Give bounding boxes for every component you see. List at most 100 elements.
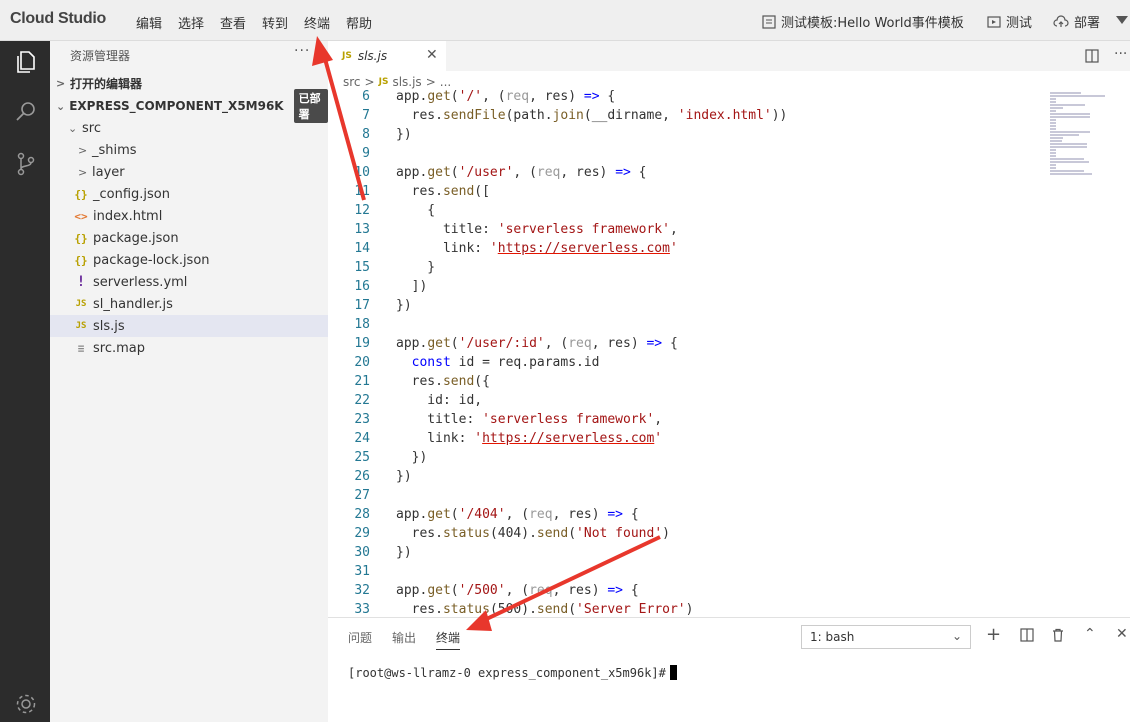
more-actions-icon[interactable]: ··· [1114,46,1127,62]
line-number: 16 [354,279,370,294]
settings-gear-icon[interactable] [13,691,39,717]
minimap-line [1050,158,1085,160]
line-number: 6 [362,89,370,104]
minimap-line [1050,146,1088,148]
explorer-sidebar: 资源管理器 ··· > 打开的编辑器 ⌄ EXPRESS_COMPONENT_X… [50,41,328,722]
minimap-line [1050,110,1056,112]
tab-output[interactable]: 输出 [392,629,416,646]
add-terminal-icon[interactable]: + [986,624,1001,645]
chevron-right-icon: > [56,76,66,90]
line-number: 11 [354,184,370,199]
minimap-line [1050,119,1056,121]
terminal-select[interactable]: 1: bash ⌄ [801,625,971,649]
code-editor[interactable]: 6 app.get('/', (req, res) => { 7 res.sendF… [328,89,1038,617]
code-line: 30}) [328,545,1038,564]
tree-item-layer[interactable]: > layer [50,161,328,183]
js-icon: JS [75,299,87,309]
explorer-icon[interactable] [13,49,39,75]
code-line: 6 app.get('/', (req, res) => { [328,89,1038,108]
html-icon: <> [74,209,88,223]
breadcrumb-symbol[interactable]: ... [440,75,451,89]
line-text: const id = req.params.id [411,355,600,370]
chevron-right-icon: > [425,75,436,89]
line-number: 26 [354,469,370,484]
chevron-down-icon: ⌄ [951,629,962,643]
minimap-line [1050,101,1056,103]
minimap-line [1050,116,1090,118]
js-icon: JS [378,77,389,87]
terminal-output[interactable]: [root@ws-llramz-0 express_component_x5m9… [348,665,677,680]
search-icon[interactable] [13,99,39,125]
line-text: }) [396,545,412,560]
tree-item-label: _shims [92,142,137,158]
folder-label: src [82,120,101,136]
chevron-up-icon[interactable]: ⌃ [1084,626,1096,642]
tree-item-sls-js[interactable]: JS sls.js [50,315,328,337]
line-text: app.get('/user', (req, res) => { [396,165,647,180]
line-number: 12 [354,203,370,218]
code-line: 11 res.send([ [328,184,1038,203]
open-editors-section[interactable]: > 打开的编辑器 [50,72,328,94]
code-line: 16 ]) [328,279,1038,298]
code-line: 25 }) [328,450,1038,469]
chevron-right-icon: > [364,75,375,89]
breadcrumb-src[interactable]: src [343,75,361,89]
minimap-line [1050,170,1085,172]
split-editor-icon[interactable] [1085,49,1099,63]
minimap-line [1050,143,1088,145]
tab-sls-js[interactable]: JS sls.js ✕ [328,41,446,71]
code-line: 8}) [328,127,1038,146]
test-button[interactable]: 测试 [987,12,1032,31]
menu-selection[interactable]: 选择 [178,13,204,32]
template-selector[interactable]: 测试模板:Hello World事件模板 [762,12,964,31]
project-section[interactable]: ⌄ EXPRESS_COMPONENT_X5M96K 已部署 [50,89,328,123]
template-label: 测试模板:Hello World事件模板 [781,16,964,31]
tree-item-package-json[interactable]: {} package.json [50,227,328,249]
code-line: 31 [328,564,1038,583]
tree-item-package-lock-json[interactable]: {} package-lock.json [50,249,328,271]
line-number: 25 [354,450,370,465]
deploy-button[interactable]: 部署 [1053,12,1100,31]
close-icon[interactable]: ✕ [426,47,438,63]
menu-help[interactable]: 帮助 [346,13,372,32]
line-text: res.status(500).send('Server Error') [396,602,694,617]
source-control-icon[interactable] [13,151,39,177]
tree-item-label: serverless.yml [93,274,188,290]
line-text: res.sendFile(path.join(__dirname, 'index… [396,108,788,123]
minimap-line [1050,125,1056,127]
tree-item-config-json[interactable]: {} _config.json [50,183,328,205]
trash-icon[interactable] [1051,628,1065,642]
line-text: app.get('/', (req, res) => { [396,89,616,104]
menu-edit[interactable]: 编辑 [136,13,162,32]
terminal-prompt: [root@ws-llramz-0 express_component_x5m9… [348,666,666,680]
tree-item-src-map[interactable]: ≡ src.map [50,337,328,359]
tree-item-index-html[interactable]: <> index.html [50,205,328,227]
split-terminal-icon[interactable] [1020,628,1034,642]
tab-terminal[interactable]: 终端 [436,629,461,650]
minimap[interactable] [1050,92,1110,187]
code-line: 7 res.sendFile(path.join(__dirname, 'ind… [328,108,1038,127]
line-text: title: 'serverless framework', [396,412,663,427]
tree-item-shims[interactable]: > _shims [50,139,328,161]
tab-problems[interactable]: 问题 [348,629,372,646]
line-text: }) [396,127,412,142]
breadcrumb-file[interactable]: sls.js [392,75,421,89]
chevron-down-icon[interactable] [1116,16,1128,26]
menu-terminal[interactable]: 终端 [304,13,330,32]
folder-src[interactable]: ⌄ src [50,117,328,139]
line-number: 13 [354,222,370,237]
line-number: 9 [362,146,370,161]
more-actions-icon[interactable]: ··· [294,43,310,59]
menu-view[interactable]: 查看 [220,13,246,32]
activity-bar [0,41,50,722]
tree-item-label: src.map [93,340,145,356]
menu-goto[interactable]: 转到 [262,13,288,32]
line-text: app.get('/404', (req, res) => { [396,507,639,522]
chevron-down-icon: ⌄ [68,121,78,135]
line-text: title: 'serverless framework', [396,222,678,237]
close-panel-icon[interactable]: ✕ [1116,626,1128,642]
test-icon [987,15,1001,28]
line-text: }) [396,298,412,313]
tree-item-sl-handler-js[interactable]: JS sl_handler.js [50,293,328,315]
tree-item-serverless-yml[interactable]: ! serverless.yml [50,271,328,293]
